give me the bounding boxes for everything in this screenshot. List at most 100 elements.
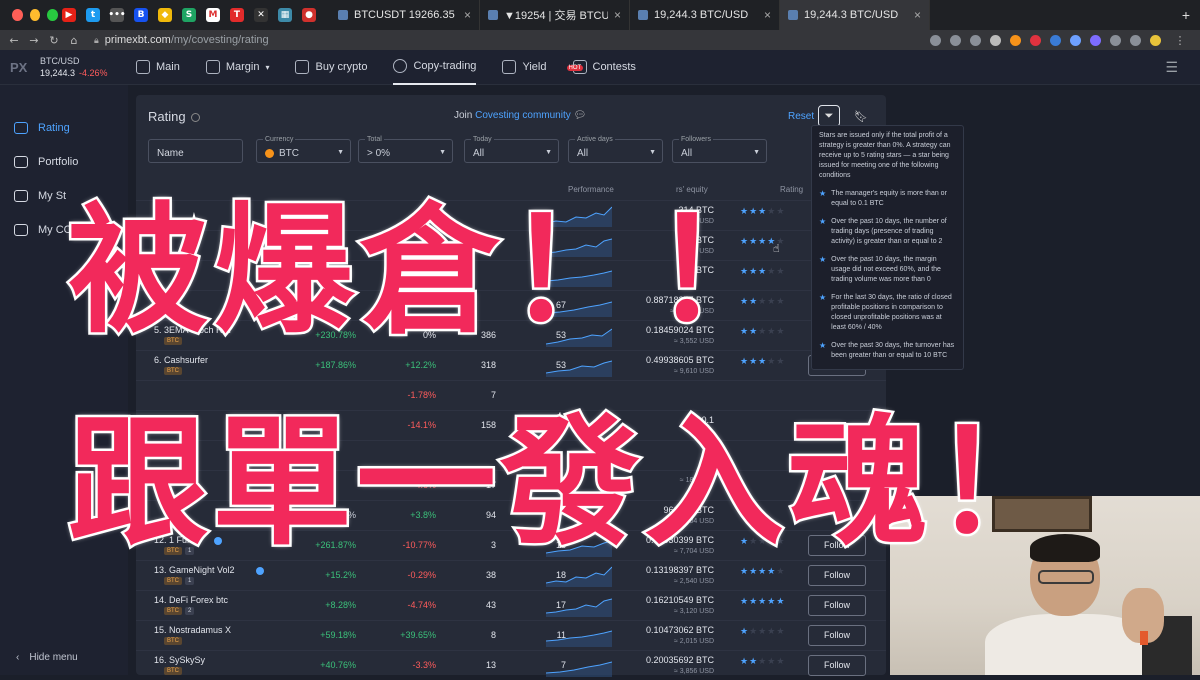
star-icon: ★ [767,597,777,607]
profile-avatar[interactable] [1150,34,1161,46]
tooltip-condition: ★ For the last 30 days, the ratio of clos… [819,293,956,333]
zoom-window-button[interactable] [47,9,59,21]
browser-tab[interactable]: BTCUSDT 19266.35 ▼ −3.39%× [330,0,480,30]
pinned-tab[interactable]: M [202,4,224,26]
follow-button[interactable]: Follow [808,625,866,646]
hide-menu-button[interactable]: ‹ Hide menu [16,652,78,663]
follow-button[interactable]: Follow [808,595,866,616]
reading-list-icon[interactable] [1130,34,1141,46]
btc-badge: BTC [164,637,182,645]
browser-tab[interactable]: 19,244.3 BTC/USD × [780,0,930,30]
reload-button[interactable]: ↻ [44,34,64,47]
performance-sparkline [546,630,612,647]
binance-icon: ◆ [158,8,172,22]
nav-item-contests[interactable]: HOT Contests [566,50,636,85]
sidebar-item-0[interactable]: Rating [0,111,128,145]
join-prefix: Join [454,110,473,121]
follow-button[interactable]: Follow [808,655,866,676]
star-icon: ★ [758,597,768,607]
star-icon: ★ [749,597,759,607]
new-tab-button[interactable]: + [1172,7,1200,23]
info-icon[interactable] [190,113,200,123]
page-title-text: Rating [148,109,186,124]
strategy-icon [14,190,28,202]
pinned-tab[interactable]: ••• [106,4,128,26]
browser-tab[interactable]: ▼19254 | 交易 BTCUSDT | Byb× [480,0,630,30]
nav-item-label: Main [156,61,180,73]
home-button[interactable]: ⌂ [64,34,84,47]
share-icon[interactable] [950,34,961,46]
pinned-tab[interactable]: B [130,4,152,26]
primexbt-logo[interactable]: PX [0,60,40,75]
key-icon[interactable] [930,34,941,46]
pinned-tab[interactable]: ◆ [154,4,176,26]
tab-close-icon[interactable]: × [908,8,921,22]
star-icon: ★ [740,597,750,607]
extension-icon[interactable] [990,34,1001,46]
pinned-tab[interactable]: T [226,4,248,26]
equity-btc: 0.10473062 BTC [645,625,714,635]
nav-item-buy-crypto[interactable]: Buy crypto [295,50,367,85]
extension-icon[interactable] [1010,34,1021,46]
ticker-widget[interactable]: BTC/USD 19,244.3 -4.26% [40,55,130,79]
pinned-tab[interactable]: ▦ [274,4,296,26]
nav-item-margin[interactable]: Margin ▾ [205,50,269,85]
gmail-icon: M [206,8,220,22]
caret-down-icon: ▼ [649,149,656,156]
tab-close-icon[interactable]: × [458,8,471,22]
chat-icon: 💬︎ [573,110,587,121]
hamburger-menu-icon[interactable]: ☰ [1165,59,1178,76]
back-button[interactable]: ← [4,34,24,47]
pinned-tab[interactable]: ● [298,4,320,26]
nav-item-label: Copy-trading [413,60,477,72]
filter-label: Currency [263,136,296,143]
reset-button[interactable]: Reset [788,111,814,122]
nav-item-copy-trading[interactable]: Copy-trading [393,50,477,85]
home-icon [136,60,150,74]
menu-kebab-icon[interactable]: ⋮ [1170,34,1190,47]
pinned-tab[interactable]: ✕ [250,4,272,26]
tooltip-condition: ★ Over the past 10 days, the number of tr… [819,217,956,247]
equity-btc: 0.20035692 BTC [645,655,714,665]
extension-icon[interactable] [1030,34,1041,46]
condition-text: The manager's equity is more than or equ… [831,190,947,207]
strategy-name[interactable]: 14. DeFi Forex btc [154,595,228,605]
extension-icon[interactable] [1070,34,1081,46]
close-window-button[interactable] [12,9,23,21]
filter-icon[interactable]: ⏷ [818,105,840,127]
lamp [1140,631,1148,645]
strategy-name[interactable]: 15. Nostradamus X [154,625,231,635]
tab-label: 19,244.3 BTC/USD [654,9,749,21]
community-link[interactable]: Covesting community [475,110,571,121]
nav-item-yield[interactable]: Yield [502,50,547,85]
active-days: 43 [485,600,496,610]
hot-badge: HOT [566,65,584,71]
sidebar-item-label: Rating [38,122,70,134]
active-days: 13 [485,660,496,670]
tab-close-icon[interactable]: × [608,8,621,22]
browser-tab[interactable]: 19,244.3 BTC/USD × [630,0,780,30]
caption-line-2: 跟單一發入魂！ [65,400,1077,568]
bookmark-icon[interactable]: 🔖︎ [850,105,872,127]
url-field[interactable]: 🔒︎ primexbt.com/my/covesting/rating [94,34,269,46]
pinned-tab[interactable]: S [178,4,200,26]
performance-sparkline [546,598,612,617]
extension-icon[interactable] [1050,34,1061,46]
tab-favicon-icon [338,10,348,20]
pinned-tab[interactable]: ▶ [58,4,80,26]
tab-label: BTCUSDT 19266.35 ▼ −3.39% [354,9,458,21]
extension-icon[interactable] [1090,34,1101,46]
forward-button[interactable]: → [24,34,44,47]
strategy-name[interactable]: 16. SySkySy [154,655,205,665]
caret-down-icon: ▼ [753,149,760,156]
active-days: 318 [480,360,496,370]
puzzle-icon[interactable] [1110,34,1121,46]
bookmark-star-icon[interactable] [970,34,981,46]
yield-icon [502,60,517,74]
pinned-tab[interactable]: t [82,4,104,26]
total-return: +59.18% [320,630,356,640]
currency-badges: BTC 1 [164,577,195,585]
minimize-window-button[interactable] [29,9,41,21]
tab-close-icon[interactable]: × [758,8,771,22]
nav-item-main[interactable]: Main [136,50,180,85]
